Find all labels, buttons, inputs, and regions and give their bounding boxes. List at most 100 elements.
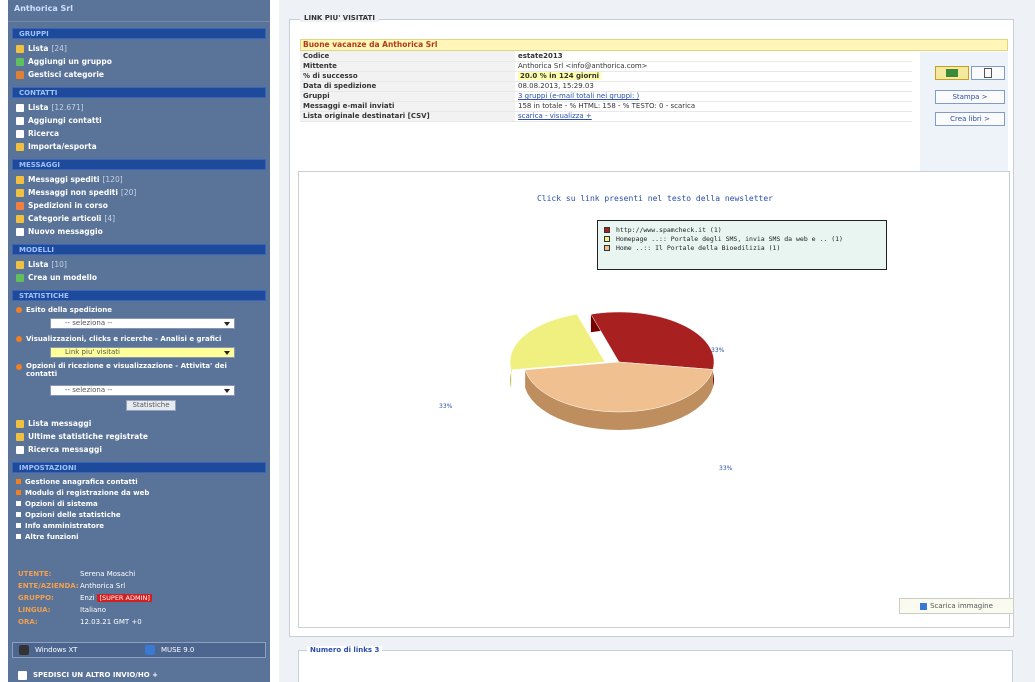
- bullet-icon: [16, 479, 21, 484]
- impostazioni-item-label: Opzioni di sistema: [25, 499, 98, 508]
- property-row: Codice estate2013: [300, 51, 912, 62]
- user-row-0: UTENTE: Serena Mosachi: [18, 568, 270, 580]
- unsent-icon: [16, 188, 24, 197]
- user-row-key: LINGUA:: [18, 606, 51, 614]
- impostazioni-item-5[interactable]: Altre funzioni: [8, 531, 270, 542]
- statistiche-button[interactable]: Statistiche: [126, 400, 176, 411]
- link-windows[interactable]: Windows XT: [13, 645, 139, 655]
- property-row: Data di spedizione 08.08.2013, 15:29.03: [300, 81, 912, 92]
- user-row-2: GRUPPO: Enzi [SUPER ADMIN]: [18, 592, 270, 604]
- messages-list-icon: [16, 419, 24, 428]
- pie-slice-spamcheck[interactable]: [590, 311, 715, 370]
- app-icon: [19, 645, 29, 655]
- stat-option-opzioni[interactable]: Opzioni di ricezione e visualizzazione -…: [8, 362, 270, 382]
- chevron-down-icon: [224, 351, 230, 355]
- user-row-value: 12.03.21 GMT +0: [80, 618, 142, 626]
- slice-label-1: 33%: [719, 465, 733, 472]
- messaggi-item-2[interactable]: Spedizioni in corso: [8, 199, 270, 212]
- contatti-item-label: Lista: [28, 103, 49, 112]
- import-export-icon: [16, 142, 24, 151]
- messaggi-item-label: Categorie articoli: [28, 214, 102, 223]
- gruppi-item-0[interactable]: Lista [24]: [8, 42, 270, 55]
- bullet-icon: [16, 490, 21, 495]
- brand-title: Anthorica Srl: [8, 0, 270, 22]
- impostazioni-item-4[interactable]: Info amministratore: [8, 520, 270, 531]
- user-info: UTENTE: Serena Mosachi ENTE/AZIENDA: Anthor…: [8, 568, 270, 628]
- property-value: 20.0 % in 124 giorni: [515, 71, 912, 82]
- property-value[interactable]: scarica - visualizza +: [515, 111, 912, 122]
- contatti-item-3[interactable]: Importa/esporta: [8, 140, 270, 153]
- property-key: Messaggi e-mail inviati: [300, 101, 515, 112]
- messaggi-item-1[interactable]: Messaggi non spediti [20]: [8, 186, 270, 199]
- crea-libri-button[interactable]: Crea libri >: [935, 112, 1005, 126]
- section-modelli: MODELLI: [12, 244, 266, 255]
- stampa-button[interactable]: Stampa >: [935, 90, 1005, 104]
- user-row-key: GRUPPO:: [18, 594, 54, 602]
- app-icon: [145, 645, 155, 655]
- select-esito[interactable]: -- seleziona --: [50, 318, 235, 329]
- contacts-list-icon: [16, 103, 24, 112]
- pie-chart: 33% 33% 33%: [439, 311, 733, 472]
- property-row: Mittente Anthorica Srl <info@anthorica.co…: [300, 61, 912, 72]
- select-visualizzazioni[interactable]: Link piu' visitati: [50, 347, 235, 358]
- impostazioni-item-3[interactable]: Opzioni delle statistiche: [8, 509, 270, 520]
- slice-label-0: 33%: [711, 347, 725, 354]
- stat-item-1[interactable]: Ultime statistiche registrate: [8, 430, 270, 443]
- messaggi-item-3[interactable]: Categorie articoli [4]: [8, 212, 270, 225]
- section-impostazioni: IMPOSTAZIONI: [12, 462, 266, 473]
- select-opzioni[interactable]: -- seleziona --: [50, 385, 235, 396]
- export-excel-button[interactable]: [935, 66, 969, 80]
- export-pdf-button[interactable]: [971, 66, 1005, 80]
- gruppi-item-2[interactable]: Gestisci categorie: [8, 68, 270, 81]
- stat-item-2[interactable]: Ricerca messaggi: [8, 443, 270, 456]
- messaggi-item-count: [4]: [104, 214, 116, 223]
- impostazioni-item-label: Gestione anagrafica contatti: [25, 477, 138, 486]
- user-row-3: LINGUA: Italiano: [18, 604, 270, 616]
- spedisci-link[interactable]: SPEDISCI UN ALTRO INVIO/HO +: [12, 668, 266, 682]
- links-count-panel: Numero di links 3: [298, 646, 1013, 682]
- download-image-button[interactable]: Scarica immagine: [899, 598, 1014, 614]
- bullet-icon: [16, 501, 21, 506]
- property-value-text: scarica - visualizza +: [518, 112, 592, 120]
- contatti-item-0[interactable]: Lista [12.671]: [8, 101, 270, 114]
- user-row-value: Enzi: [80, 594, 95, 602]
- property-key: Lista originale destinatari [CSV]: [300, 111, 515, 122]
- impostazioni-item-2[interactable]: Opzioni di sistema: [8, 498, 270, 509]
- messaggi-item-4[interactable]: Nuovo messaggio: [8, 225, 270, 238]
- contatti-item-count: [12.671]: [51, 103, 84, 112]
- property-value[interactable]: 3 gruppi (e-mail totali nei gruppi: ): [515, 91, 912, 102]
- property-key: % di successo: [300, 71, 515, 82]
- image-icon: [920, 602, 928, 610]
- property-value[interactable]: 158 in totale - % HTML: 158 - % TESTO: 0…: [515, 101, 912, 112]
- messaggi-item-0[interactable]: Messaggi spediti [120]: [8, 173, 270, 186]
- property-row: Lista originale destinatari [CSV] scarica…: [300, 111, 912, 122]
- create-template-icon: [16, 273, 24, 282]
- modelli-item-1[interactable]: Crea un modello: [8, 271, 270, 284]
- pie-slice-sms[interactable]: [509, 313, 606, 371]
- sent-icon: [16, 175, 24, 184]
- search-icon: [16, 129, 24, 138]
- modelli-item-0[interactable]: Lista [10]: [8, 258, 270, 271]
- send-icon: [18, 670, 27, 680]
- property-row: Messaggi e-mail inviati 158 in totale - %…: [300, 101, 912, 112]
- stat-option-visualizzazioni[interactable]: Visualizzazioni, clicks e ricerche - Ana…: [8, 333, 270, 344]
- chevron-down-icon: [224, 389, 230, 393]
- property-value-text: 20.0 % in 124 giorni: [518, 72, 602, 80]
- impostazioni-item-0[interactable]: Gestione anagrafica contatti: [8, 476, 270, 487]
- message-title: Buone vacanze da Anthorica Srl: [300, 39, 1008, 51]
- property-value-text: 08.08.2013, 15:29.03: [518, 82, 594, 90]
- stat-option-esito[interactable]: Esito della spedizione: [8, 304, 270, 315]
- link-muse[interactable]: MUSE 9.0: [139, 645, 265, 655]
- bullet-icon: [16, 534, 21, 539]
- property-key: Gruppi: [300, 91, 515, 102]
- modelli-item-count: [10]: [51, 260, 67, 269]
- impostazioni-item-label: Opzioni delle statistiche: [25, 510, 121, 519]
- gruppi-item-1[interactable]: Aggiungi un gruppo: [8, 55, 270, 68]
- impostazioni-item-1[interactable]: Modulo di registrazione da web: [8, 487, 270, 498]
- property-value: estate2013: [515, 51, 912, 62]
- links-count-legend: Numero di links 3: [307, 646, 383, 654]
- chart-icon: [946, 69, 958, 77]
- contatti-item-1[interactable]: Aggiungi contatti: [8, 114, 270, 127]
- contatti-item-2[interactable]: Ricerca: [8, 127, 270, 140]
- stat-item-0[interactable]: Lista messaggi: [8, 417, 270, 430]
